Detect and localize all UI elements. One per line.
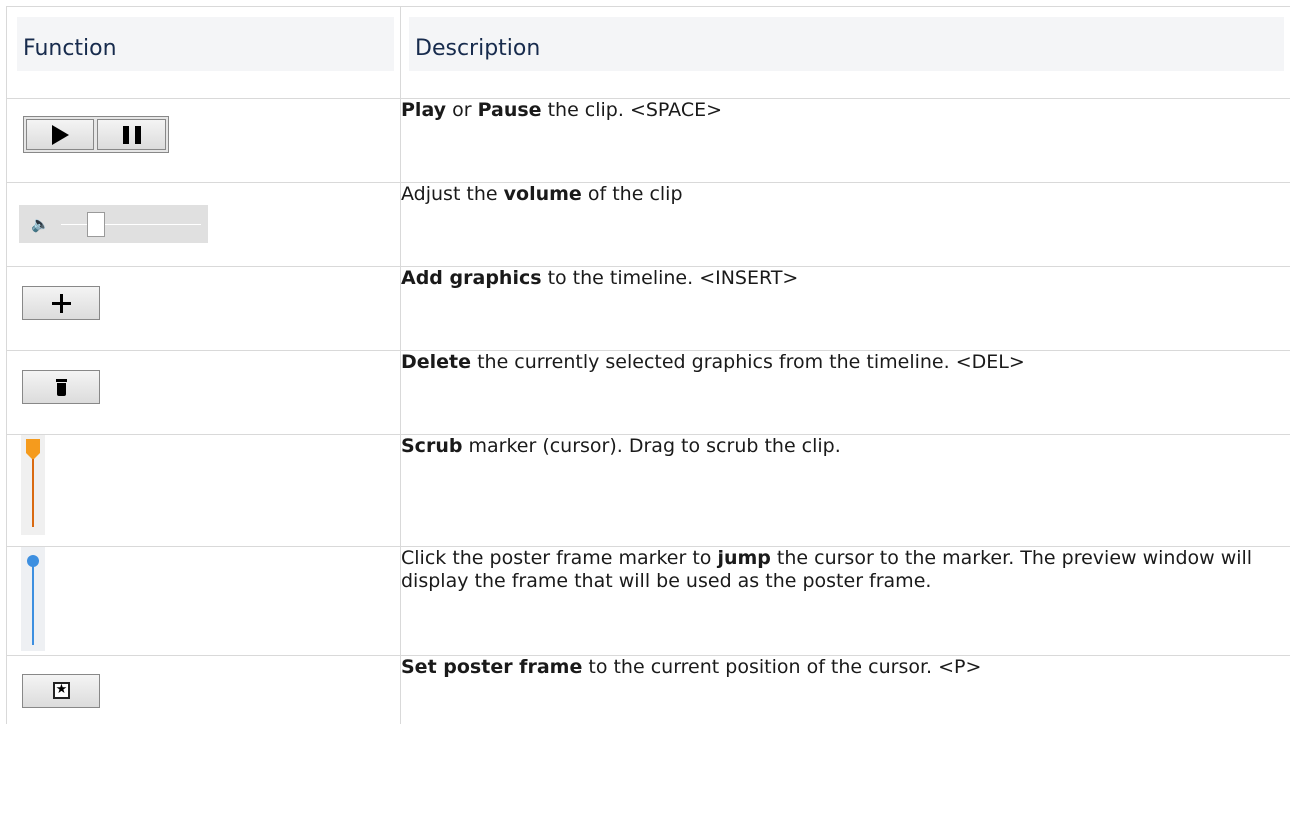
- function-cell: [6, 98, 401, 183]
- description-text: marker (cursor). Drag to scrub the clip.: [462, 435, 841, 457]
- function-cell: ★: [6, 655, 401, 724]
- table-row: Play or Pause the clip. <SPACE>: [6, 98, 1290, 183]
- description-cell: Set poster frame to the current position…: [400, 655, 1290, 724]
- function-cell: 🔈: [6, 182, 401, 267]
- volume-track[interactable]: [61, 224, 201, 225]
- description-text: the currently selected graphics from the…: [471, 351, 1025, 373]
- description-emphasis: Set poster frame: [401, 656, 583, 678]
- volume-control: 🔈: [19, 205, 208, 243]
- play-icon: [52, 125, 69, 145]
- header-description-cell: Description: [400, 6, 1290, 99]
- function-cell: [6, 546, 401, 656]
- description-text: Adjust the: [401, 183, 504, 205]
- set-poster-frame-button[interactable]: ★: [22, 674, 100, 708]
- table-row: ★ Set poster frame to the current positi…: [6, 655, 1290, 724]
- function-table: Function Description Play or Pause the c…: [6, 6, 1290, 724]
- function-cell: [6, 266, 401, 351]
- play-pause-control: [23, 116, 169, 153]
- description-emphasis: jump: [717, 547, 771, 569]
- description-text: to the current position of the cursor. <…: [582, 656, 982, 678]
- play-button[interactable]: [26, 119, 94, 150]
- description-emphasis: Add graphics: [401, 267, 542, 289]
- scrub-marker-icon[interactable]: [21, 435, 45, 535]
- table-row: 🔈 Adjust the volume of the clip: [6, 182, 1290, 267]
- description-cell: Add graphics to the timeline. <INSERT>: [400, 266, 1290, 351]
- table-row: Click the poster frame marker to jump th…: [6, 546, 1290, 656]
- description-text: of the clip: [581, 183, 683, 205]
- pause-button[interactable]: [97, 119, 166, 150]
- description-cell: Click the poster frame marker to jump th…: [400, 546, 1290, 656]
- description-text: or: [446, 99, 478, 121]
- description-emphasis: volume: [503, 183, 582, 205]
- description-cell: Delete the currently selected graphics f…: [400, 350, 1290, 435]
- table-row: Delete the currently selected graphics f…: [6, 350, 1290, 435]
- description-cell: Scrub marker (cursor). Drag to scrub the…: [400, 434, 1290, 547]
- description-cell: Play or Pause the clip. <SPACE>: [400, 98, 1290, 183]
- description-cell: Adjust the volume of the clip: [400, 182, 1290, 267]
- table-row: Add graphics to the timeline. <INSERT>: [6, 266, 1290, 351]
- poster-frame-marker-icon[interactable]: [21, 547, 45, 651]
- header-function-cell: Function: [6, 6, 401, 99]
- description-emphasis: Delete: [401, 351, 472, 373]
- description-emphasis: Pause: [477, 99, 542, 121]
- header-function-label: Function: [17, 17, 394, 71]
- delete-graphics-button[interactable]: [22, 370, 100, 404]
- speaker-icon: 🔈: [31, 215, 50, 233]
- table-row: Scrub marker (cursor). Drag to scrub the…: [6, 434, 1290, 547]
- description-emphasis: Scrub: [401, 435, 463, 457]
- function-cell: [6, 350, 401, 435]
- function-cell: [6, 434, 401, 547]
- description-text: Click the poster frame marker to: [401, 547, 718, 569]
- description-text: the clip. <SPACE>: [541, 99, 723, 121]
- volume-slider-handle[interactable]: [87, 212, 105, 237]
- add-graphics-button[interactable]: [22, 286, 100, 320]
- description-text: to the timeline. <INSERT>: [541, 267, 799, 289]
- header-description-label: Description: [409, 17, 1284, 71]
- description-emphasis: Play: [401, 99, 447, 121]
- table-header-row: Function Description: [6, 6, 1290, 99]
